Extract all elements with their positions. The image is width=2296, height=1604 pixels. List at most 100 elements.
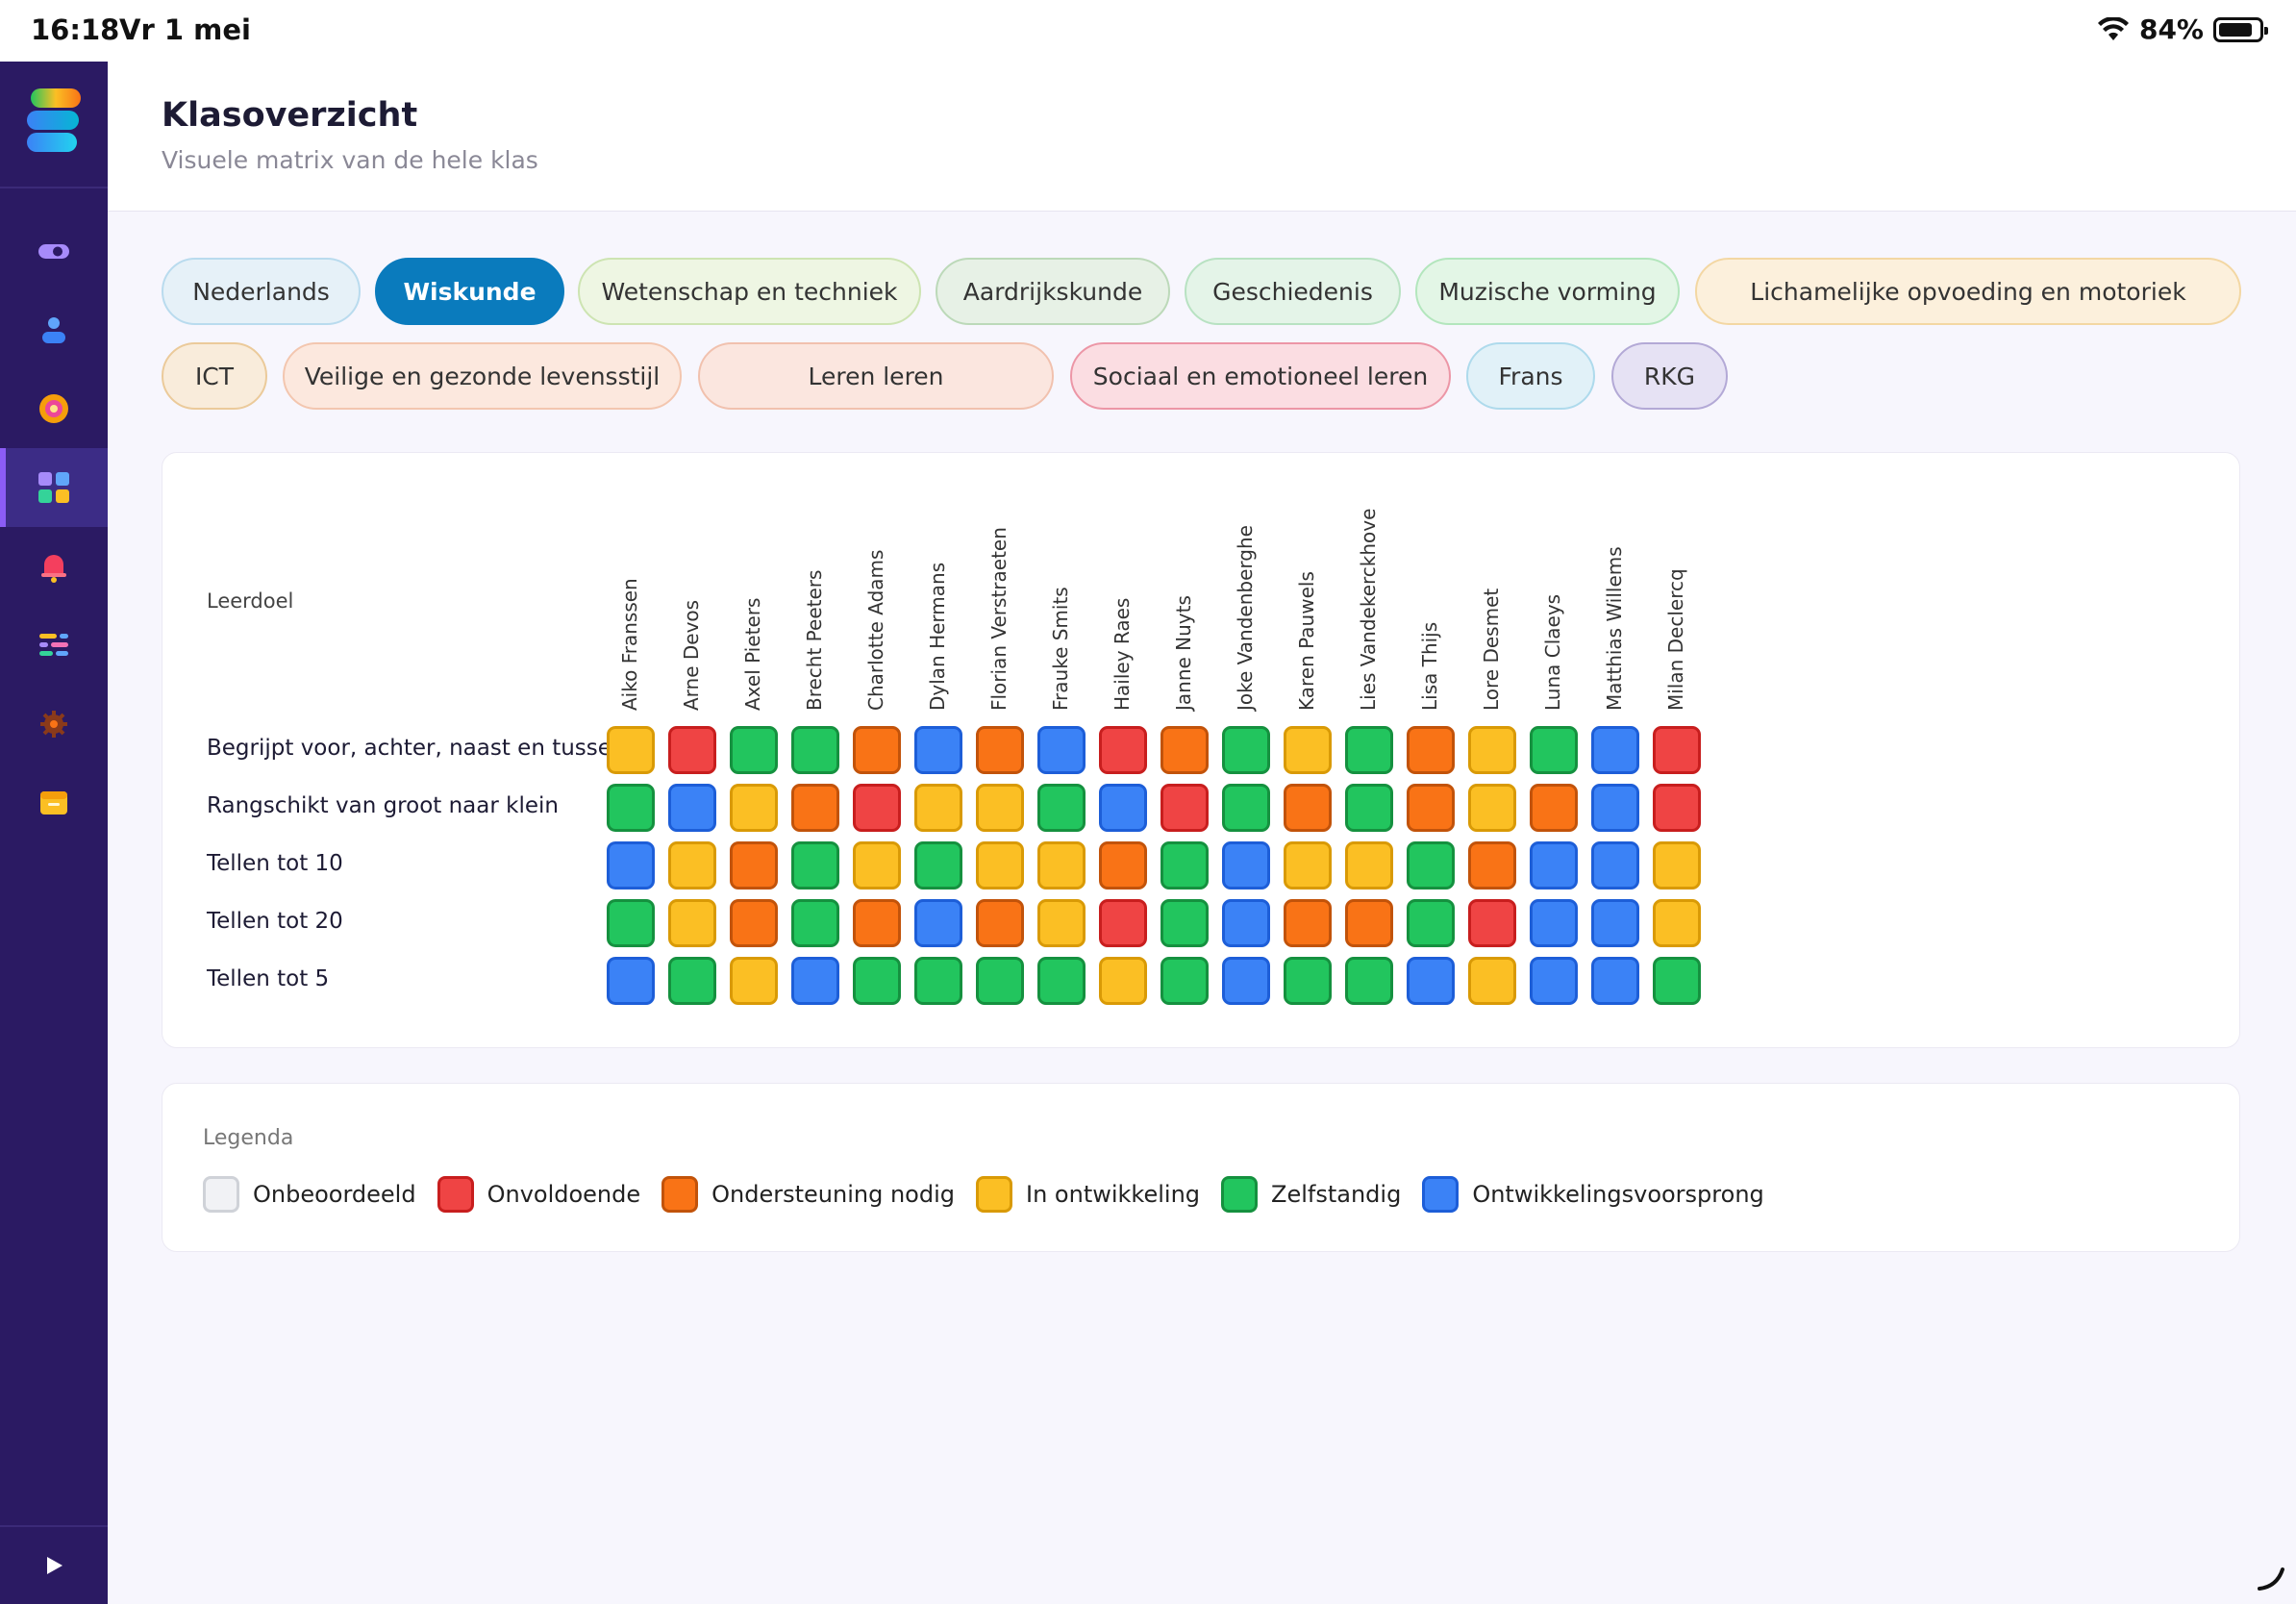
score-cell[interactable]: [1468, 841, 1516, 890]
score-cell[interactable]: [1407, 726, 1455, 774]
score-cell[interactable]: [791, 726, 839, 774]
subject-pill-lichamelijke-opvoeding-en-motoriek[interactable]: Lichamelijke opvoeding en motoriek: [1695, 258, 2241, 325]
score-cell[interactable]: [1345, 726, 1393, 774]
score-cell[interactable]: [1037, 957, 1086, 1005]
score-cell[interactable]: [1468, 784, 1516, 832]
score-cell[interactable]: [1407, 899, 1455, 947]
score-cell[interactable]: [607, 726, 655, 774]
subject-pill-geschiedenis[interactable]: Geschiedenis: [1185, 258, 1401, 325]
score-cell[interactable]: [607, 957, 655, 1005]
nav-class-overview[interactable]: [0, 448, 108, 527]
score-cell[interactable]: [1468, 726, 1516, 774]
score-cell[interactable]: [1099, 899, 1147, 947]
score-cell[interactable]: [730, 784, 778, 832]
score-cell[interactable]: [853, 957, 901, 1005]
score-cell[interactable]: [1653, 841, 1701, 890]
score-cell[interactable]: [1099, 957, 1147, 1005]
score-cell[interactable]: [668, 957, 716, 1005]
score-cell[interactable]: [853, 899, 901, 947]
subject-pill-aardrijkskunde[interactable]: Aardrijkskunde: [936, 258, 1170, 325]
nav-notifications[interactable]: [0, 527, 108, 606]
score-cell[interactable]: [1037, 899, 1086, 947]
subject-pill-wiskunde[interactable]: Wiskunde: [375, 258, 564, 325]
score-cell[interactable]: [976, 841, 1024, 890]
score-cell[interactable]: [1284, 726, 1332, 774]
score-cell[interactable]: [1345, 957, 1393, 1005]
score-cell[interactable]: [1037, 841, 1086, 890]
score-cell[interactable]: [1407, 784, 1455, 832]
score-cell[interactable]: [914, 726, 962, 774]
score-cell[interactable]: [1591, 784, 1639, 832]
score-cell[interactable]: [668, 899, 716, 947]
score-cell[interactable]: [914, 899, 962, 947]
subject-pill-muzische-vorming[interactable]: Muzische vorming: [1415, 258, 1680, 325]
score-cell[interactable]: [668, 726, 716, 774]
score-cell[interactable]: [976, 726, 1024, 774]
score-cell[interactable]: [730, 841, 778, 890]
score-cell[interactable]: [1284, 899, 1332, 947]
score-cell[interactable]: [1222, 899, 1270, 947]
nav-goals[interactable]: [0, 369, 108, 448]
score-cell[interactable]: [1345, 841, 1393, 890]
score-cell[interactable]: [1284, 841, 1332, 890]
nav-settings[interactable]: [0, 685, 108, 764]
score-cell[interactable]: [853, 784, 901, 832]
score-cell[interactable]: [1099, 726, 1147, 774]
score-cell[interactable]: [1653, 726, 1701, 774]
score-cell[interactable]: [1530, 899, 1578, 947]
score-cell[interactable]: [791, 899, 839, 947]
score-cell[interactable]: [791, 784, 839, 832]
score-cell[interactable]: [791, 841, 839, 890]
nav-students[interactable]: [0, 290, 108, 369]
score-cell[interactable]: [1345, 784, 1393, 832]
score-cell[interactable]: [853, 841, 901, 890]
score-cell[interactable]: [976, 784, 1024, 832]
score-cell[interactable]: [853, 726, 901, 774]
nav-archive[interactable]: [0, 764, 108, 842]
score-cell[interactable]: [1160, 784, 1209, 832]
score-cell[interactable]: [1591, 957, 1639, 1005]
score-cell[interactable]: [1222, 957, 1270, 1005]
score-cell[interactable]: [1037, 726, 1086, 774]
subject-pill-frans[interactable]: Frans: [1466, 342, 1595, 410]
score-cell[interactable]: [1591, 726, 1639, 774]
score-cell[interactable]: [1099, 784, 1147, 832]
nav-settings-sliders[interactable]: [0, 606, 108, 685]
score-cell[interactable]: [1591, 841, 1639, 890]
score-cell[interactable]: [1160, 841, 1209, 890]
score-cell[interactable]: [1284, 784, 1332, 832]
score-cell[interactable]: [1653, 957, 1701, 1005]
score-cell[interactable]: [607, 841, 655, 890]
score-cell[interactable]: [976, 957, 1024, 1005]
sidebar-expand-button[interactable]: [0, 1525, 108, 1604]
score-cell[interactable]: [1468, 899, 1516, 947]
score-cell[interactable]: [607, 899, 655, 947]
score-cell[interactable]: [1530, 957, 1578, 1005]
score-cell[interactable]: [1653, 784, 1701, 832]
score-cell[interactable]: [1160, 957, 1209, 1005]
subject-pill-rkg[interactable]: RKG: [1611, 342, 1728, 410]
score-cell[interactable]: [976, 899, 1024, 947]
app-logo-icon[interactable]: [25, 87, 83, 154]
score-cell[interactable]: [914, 957, 962, 1005]
score-cell[interactable]: [1468, 957, 1516, 1005]
score-cell[interactable]: [1530, 841, 1578, 890]
score-cell[interactable]: [1345, 899, 1393, 947]
score-cell[interactable]: [1222, 726, 1270, 774]
score-cell[interactable]: [1407, 957, 1455, 1005]
nav-toggle[interactable]: [0, 212, 108, 290]
score-cell[interactable]: [1407, 841, 1455, 890]
score-cell[interactable]: [730, 899, 778, 947]
subject-pill-sociaal-en-emotioneel-leren[interactable]: Sociaal en emotioneel leren: [1070, 342, 1451, 410]
score-cell[interactable]: [668, 841, 716, 890]
score-cell[interactable]: [1037, 784, 1086, 832]
subject-pill-nederlands[interactable]: Nederlands: [162, 258, 361, 325]
score-cell[interactable]: [1222, 784, 1270, 832]
score-cell[interactable]: [607, 784, 655, 832]
score-cell[interactable]: [1099, 841, 1147, 890]
score-cell[interactable]: [914, 841, 962, 890]
score-cell[interactable]: [730, 957, 778, 1005]
score-cell[interactable]: [1222, 841, 1270, 890]
score-cell[interactable]: [1653, 899, 1701, 947]
score-cell[interactable]: [1591, 899, 1639, 947]
